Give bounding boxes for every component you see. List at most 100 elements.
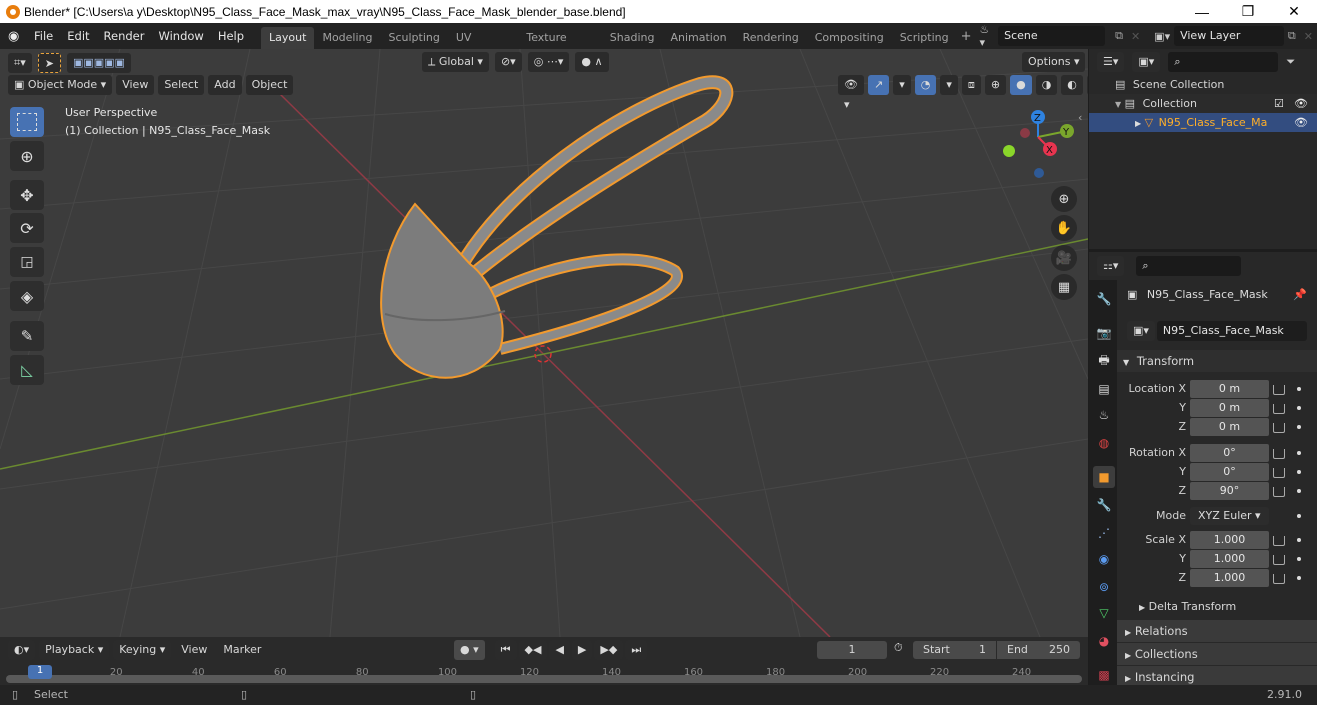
add-menu[interactable]: Add [208,75,242,95]
pin-icon[interactable]: 📌 [1293,288,1307,301]
lock-rotation-z-icon[interactable] [1273,487,1285,497]
lock-rotation-y-icon[interactable] [1273,468,1285,478]
stopwatch-icon[interactable]: ⏱ [894,641,903,655]
tab-layout[interactable]: Layout [261,27,315,49]
tab-scene-icon[interactable]: ♨ [1093,404,1115,426]
tab-data-icon[interactable]: ▽ [1093,602,1115,624]
jump-start-button[interactable]: ⏮ [494,640,517,660]
tab-view-layer-icon[interactable]: ▤ [1093,378,1115,400]
navigation-gizmo[interactable]: Z Y X [995,107,1085,187]
view-layer-icon[interactable]: ▣▾ [1150,30,1174,43]
end-frame-field[interactable]: End 250 [997,641,1080,659]
tab-compositing[interactable]: Compositing [807,27,892,49]
delta-transform-subpanel[interactable]: ▶ Delta Transform [1139,600,1236,613]
outliner-search-input[interactable]: ⌕ [1168,52,1279,72]
outliner-row-object[interactable]: ▶ ▽ N95_Class_Face_Ma 👁 [1089,113,1317,132]
expand-arrow-icon[interactable]: ▶ [1135,119,1141,128]
timeline-view-menu[interactable]: View [175,640,213,660]
play-button[interactable]: ▶ [571,640,593,660]
selection-mode-buttons[interactable]: ▣▣▣▣▣ [66,53,131,73]
tab-sculpting[interactable]: Sculpting [381,27,448,49]
select-menu[interactable]: Select [158,75,205,95]
lock-location-y-icon[interactable] [1273,404,1285,414]
shading-rendered[interactable]: ◐ [1061,75,1083,95]
object-mode-dropdown[interactable]: ▣ Object Mode ▾ [8,75,113,95]
properties-search-input[interactable]: ⌕ [1136,256,1242,276]
outliner-row-collection[interactable]: ▼ ▤ Collection ☑ 👁 [1089,94,1317,113]
location-y-field[interactable]: 0 m [1190,399,1269,417]
rotation-y-field[interactable]: 0° [1190,463,1269,481]
tab-material-icon[interactable]: ◕ [1093,630,1115,652]
cursor-tool[interactable]: ⊕ [10,141,44,171]
display-mode-dropdown[interactable]: ▣▾ [1132,52,1161,72]
pivot-point-dropdown[interactable]: ⊘▾ [494,52,522,72]
view-layer-field[interactable]: View Layer [1174,26,1284,46]
next-keyframe-button[interactable]: ▶◆ [594,640,624,660]
shading-dropdown[interactable]: ▾ [1086,75,1088,95]
tab-object-icon[interactable]: ■ [1093,466,1115,488]
gizmo-dropdown[interactable]: ▾ [893,75,911,95]
tab-texture-paint[interactable]: Texture Paint [518,27,601,66]
add-workspace-button[interactable]: + [957,29,976,44]
new-scene-icon[interactable]: ⧉ [1111,29,1127,43]
playback-menu[interactable]: Playback ▾ [39,640,110,660]
menu-render[interactable]: Render [97,23,152,49]
delete-view-layer-icon[interactable]: ✕ [1300,30,1317,43]
delete-scene-icon[interactable]: ✕ [1127,30,1144,43]
lock-rotation-x-icon[interactable] [1273,449,1285,459]
relations-panel-header[interactable]: ▶ Relations [1117,620,1317,642]
tab-render-icon[interactable]: 📷 [1093,322,1115,344]
rotate-tool[interactable]: ⟳ [10,213,44,243]
keyframe-dot[interactable] [1297,538,1301,542]
menu-window[interactable]: Window [151,23,210,49]
rotation-x-field[interactable]: 0° [1190,444,1269,462]
scale-x-field[interactable]: 1.000 [1190,531,1269,549]
annotate-tool[interactable]: ✎ [10,321,44,351]
tab-scripting[interactable]: Scripting [892,27,957,49]
filter-icon[interactable]: ⏷ [1286,55,1295,69]
prev-keyframe-button[interactable]: ◆◀ [518,640,548,660]
timeline-editor-type[interactable]: ◐▾ [8,640,36,660]
overlays-toggle[interactable]: ◔ [914,75,937,95]
keying-menu[interactable]: Keying ▾ [113,640,172,660]
blender-menu-icon[interactable]: ◉ [8,29,27,44]
keyframe-dot[interactable] [1297,425,1301,429]
tab-world-icon[interactable]: ◍ [1093,432,1115,454]
location-x-field[interactable]: 0 m [1190,380,1269,398]
lock-scale-x-icon[interactable] [1273,536,1285,546]
scene-selector-icon[interactable]: ♨▾ [976,23,999,49]
location-z-field[interactable]: 0 m [1190,418,1269,436]
scale-y-field[interactable]: 1.000 [1190,550,1269,568]
keyframe-dot[interactable] [1297,489,1301,493]
minimize-button[interactable]: — [1179,0,1225,23]
lock-location-z-icon[interactable] [1273,423,1285,433]
select-tool-icon[interactable]: ➤ [37,53,61,73]
menu-file[interactable]: File [27,23,60,49]
shading-solid[interactable]: ● [1010,75,1032,95]
proportional-edit-toggle[interactable]: ● ∧ [575,52,609,72]
shading-material[interactable]: ◑ [1035,75,1058,95]
select-box-tool[interactable] [10,107,44,137]
tab-particles-icon[interactable]: ⋰ [1093,522,1115,544]
marker-menu[interactable]: Marker [217,640,267,660]
tab-constraints-icon[interactable]: ⊚ [1093,576,1115,598]
tab-animation[interactable]: Animation [662,27,734,49]
properties-editor-type[interactable]: ⚏▾ [1097,256,1125,276]
tab-modeling[interactable]: Modeling [314,27,380,49]
outliner-editor-type[interactable]: ☰▾ [1097,52,1125,72]
rotation-z-field[interactable]: 90° [1190,482,1269,500]
auto-keying-toggle[interactable]: ● ▾ [454,640,485,660]
keyframe-dot[interactable] [1297,387,1301,391]
keyframe-dot[interactable] [1297,576,1301,580]
transform-tool[interactable]: ◈ [10,281,44,311]
transform-orientation-dropdown[interactable]: ⟂ Global ▾ [422,52,489,72]
3d-viewport[interactable]: ⌗▾ ➤ ▣▣▣▣▣ ⟂ Global ▾ ⊘▾ ◎ ⋯▾ ● ∧ Option… [0,49,1088,637]
play-reverse-button[interactable]: ◀ [549,640,570,660]
timeline-scrollbar[interactable] [6,675,1082,683]
new-view-layer-icon[interactable]: ⧉ [1284,29,1300,43]
tab-physics-icon[interactable]: ◉ [1093,548,1115,570]
keyframe-dot[interactable] [1297,470,1301,474]
zoom-view-button[interactable]: ⊕ [1051,186,1077,212]
current-frame-field[interactable]: 1 [817,641,887,659]
measure-tool[interactable]: ◺ [10,355,44,385]
